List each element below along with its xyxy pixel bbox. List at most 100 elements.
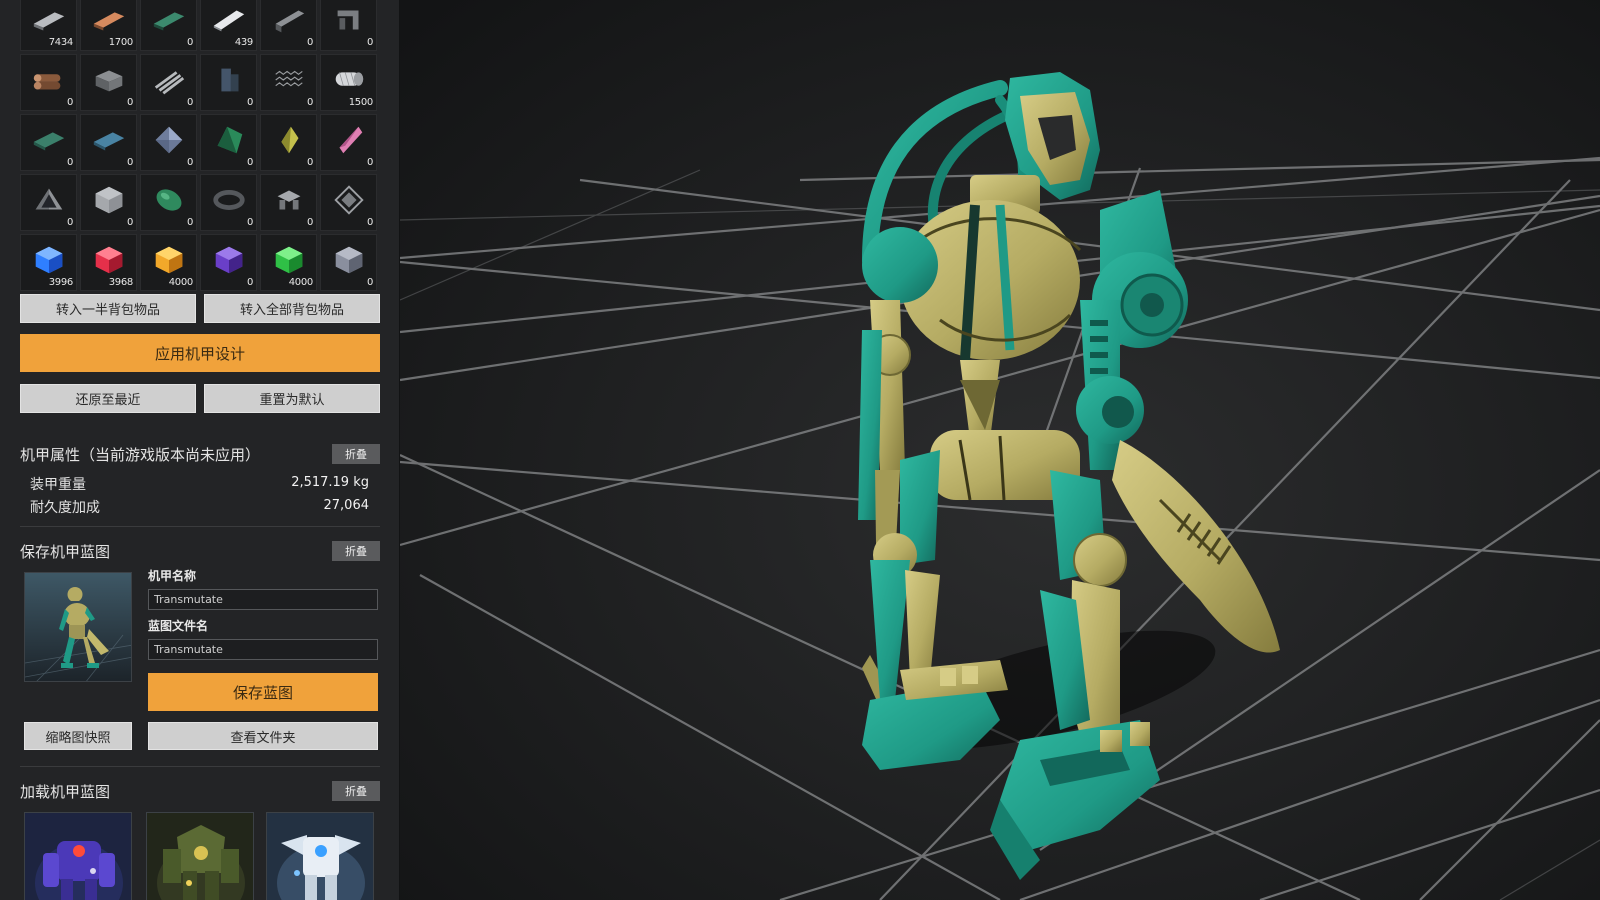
inventory-slot[interactable]: 0 [320, 114, 377, 171]
log-icon [33, 73, 60, 89]
inventory-slot[interactable]: 0 [80, 54, 137, 111]
diamond-icon [155, 126, 182, 153]
item-count: 0 [306, 97, 313, 108]
blueprint-thumbnail-olive[interactable] [146, 812, 254, 900]
item-count: 7434 [48, 37, 74, 48]
mech-name-input[interactable] [148, 589, 378, 610]
pillar-icon [220, 68, 238, 91]
inventory-slot[interactable]: 0 [80, 174, 137, 231]
blue-glass-icon [93, 131, 124, 150]
item-count: 0 [246, 217, 253, 228]
item-count: 3968 [108, 277, 134, 288]
mech-3d-viewport[interactable] [400, 0, 1600, 900]
silicon-cube-icon [95, 186, 122, 213]
save-blueprint-fold-button[interactable]: 折叠 [332, 541, 380, 561]
inventory-slot[interactable]: 0 [260, 174, 317, 231]
inventory-slot[interactable]: 0 [80, 114, 137, 171]
divider [20, 526, 380, 527]
open-folder-button[interactable]: 查看文件夹 [148, 722, 378, 750]
item-count: 4000 [168, 277, 194, 288]
transfer-half-button[interactable]: 转入一半背包物品 [20, 294, 196, 323]
titanium-plate-icon [213, 10, 244, 31]
reset-default-button[interactable]: 重置为默认 [204, 384, 380, 413]
inventory-slot[interactable]: 0 [320, 234, 377, 291]
item-count: 1700 [108, 37, 134, 48]
apply-design-button[interactable]: 应用机甲设计 [20, 334, 380, 372]
inventory-slot[interactable]: 0 [140, 174, 197, 231]
inventory-slot[interactable]: 0 [320, 0, 377, 51]
item-count: 0 [366, 217, 373, 228]
item-count: 0 [366, 277, 373, 288]
divider [20, 766, 380, 767]
green-cube-icon [275, 246, 302, 273]
blueprint-file-name-label: 蓝图文件名 [148, 619, 209, 633]
restore-recent-button[interactable]: 还原至最近 [20, 384, 196, 413]
emerald-crystal-icon [217, 126, 242, 153]
item-count: 0 [306, 37, 313, 48]
inventory-slot[interactable]: 0 [140, 54, 197, 111]
durability-bonus-value: 27,064 [323, 498, 370, 513]
purple-cube-icon [215, 246, 242, 273]
white-mech-thumbnail [267, 813, 373, 900]
item-count: 0 [246, 97, 253, 108]
inventory-slot[interactable]: 7434 [20, 0, 77, 51]
item-count: 0 [366, 37, 373, 48]
processor-icon [333, 184, 364, 215]
item-count: 0 [186, 157, 193, 168]
inventory-slot[interactable]: 1700 [80, 0, 137, 51]
item-count: 0 [186, 37, 193, 48]
inventory-slot[interactable]: 0 [260, 114, 317, 171]
properties-fold-button[interactable]: 折叠 [332, 444, 380, 464]
item-count: 0 [126, 217, 133, 228]
pink-crystal-icon [339, 126, 362, 153]
blueprint-preview-thumbnail [24, 572, 132, 682]
rods-icon [154, 70, 184, 94]
steel-plate-icon [33, 11, 64, 30]
inventory-slot[interactable]: 3996 [20, 234, 77, 291]
save-blueprint-button[interactable]: 保存蓝图 [148, 673, 378, 711]
inventory-slot[interactable]: 4000 [260, 234, 317, 291]
inventory-slot[interactable]: 0 [20, 114, 77, 171]
gray-cube-icon [335, 246, 362, 273]
inventory-slot[interactable]: 0 [140, 0, 197, 51]
blueprint-file-name-input[interactable] [148, 639, 378, 660]
armor-weight-value: 2,517.19 kg [291, 475, 369, 490]
blueprint-thumbnail-purple[interactable] [24, 812, 132, 900]
copper-plate-icon [93, 11, 124, 30]
inventory-slot[interactable]: 0 [200, 174, 257, 231]
item-count: 0 [186, 97, 193, 108]
blue-cube-icon [35, 246, 62, 273]
steel-beam-icon [275, 10, 304, 32]
inventory-slot[interactable]: 0 [260, 54, 317, 111]
item-count: 1500 [348, 97, 374, 108]
inventory-slot[interactable]: 0 [20, 174, 77, 231]
ring-icon [212, 189, 245, 210]
inventory-slot[interactable]: 4000 [140, 234, 197, 291]
inventory-slot[interactable]: 0 [20, 54, 77, 111]
yellow-crystal-icon [280, 126, 298, 153]
green-stone-icon [156, 188, 181, 211]
drone-part-icon [277, 190, 300, 209]
olive-mech-thumbnail [147, 813, 253, 900]
snapshot-button[interactable]: 缩略图快照 [24, 722, 132, 750]
load-blueprint-fold-button[interactable]: 折叠 [332, 781, 380, 801]
left-panel: 7434 1700 0 439 0 0 0 0 0 0 0 1500 0 0 0 0 0 0 0 0 0 0 0 0 3996 3… [0, 0, 400, 900]
inventory-slot[interactable]: 0 [200, 234, 257, 291]
blueprint-thumbnail-white[interactable] [266, 812, 374, 900]
inventory-slot[interactable]: 0 [200, 114, 257, 171]
stone-brick-icon [95, 70, 122, 91]
inventory-slot[interactable]: 3968 [80, 234, 137, 291]
inventory-slot[interactable]: 0 [320, 174, 377, 231]
durability-bonus-label: 耐久度加成 [30, 500, 100, 516]
item-count: 0 [366, 157, 373, 168]
inventory-slot[interactable]: 0 [200, 54, 257, 111]
item-count: 0 [306, 217, 313, 228]
item-count: 439 [234, 37, 253, 48]
inventory-slot[interactable]: 439 [200, 0, 257, 51]
red-cube-icon [95, 246, 122, 273]
inventory-slot[interactable]: 0 [260, 0, 317, 51]
item-count: 0 [246, 277, 253, 288]
inventory-slot[interactable]: 1500 [320, 54, 377, 111]
inventory-slot[interactable]: 0 [140, 114, 197, 171]
transfer-all-button[interactable]: 转入全部背包物品 [204, 294, 380, 323]
